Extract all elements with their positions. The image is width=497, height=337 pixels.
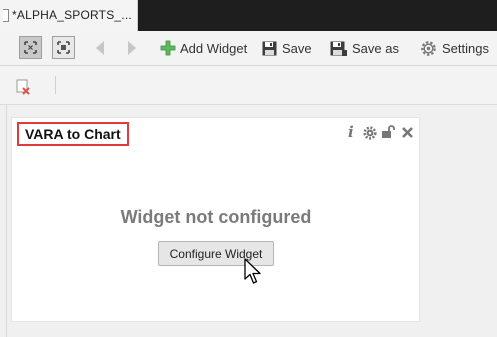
save-as-label: Save as: [352, 40, 399, 56]
save-button[interactable]: Save: [262, 37, 312, 59]
plus-icon: [160, 40, 176, 56]
close-icon[interactable]: [402, 127, 413, 138]
back-arrow-icon[interactable]: [96, 41, 104, 55]
settings-gear-icon: [421, 40, 436, 56]
add-widget-button[interactable]: Add Widget: [160, 37, 247, 59]
document-tab-title: *ALPHA_SPORTS_...: [12, 8, 132, 22]
toolbar: Add Widget Save Save as Settings: [0, 31, 497, 66]
mouse-cursor-icon: [244, 258, 261, 284]
add-widget-label: Add Widget: [180, 40, 248, 56]
gear-icon[interactable]: [363, 126, 377, 140]
sub-toolbar: [0, 66, 497, 105]
forward-arrow-icon[interactable]: [128, 41, 136, 55]
tab-bar: *ALPHA_SPORTS_...: [0, 0, 497, 31]
full-view-button[interactable]: [52, 36, 75, 59]
toolbar-separator: [55, 76, 56, 94]
unlock-icon[interactable]: [381, 125, 395, 139]
save-label: Save: [282, 40, 312, 56]
widget-status-text: Widget not configured: [120, 207, 312, 227]
full-view-icon: [57, 41, 70, 54]
delete-widget-icon[interactable]: [16, 79, 32, 95]
widget-title: VARA to Chart: [17, 122, 129, 146]
info-icon[interactable]: i: [348, 123, 354, 141]
save-icon: [262, 41, 277, 55]
fit-view-button[interactable]: [19, 36, 42, 59]
fit-view-icon: [24, 41, 37, 54]
document-icon: [3, 9, 9, 22]
settings-button[interactable]: Settings: [420, 37, 489, 59]
settings-label: Settings: [442, 40, 489, 56]
save-as-button[interactable]: Save as: [330, 37, 399, 59]
document-tab[interactable]: *ALPHA_SPORTS_...: [0, 0, 138, 31]
save-as-icon: [330, 41, 347, 56]
